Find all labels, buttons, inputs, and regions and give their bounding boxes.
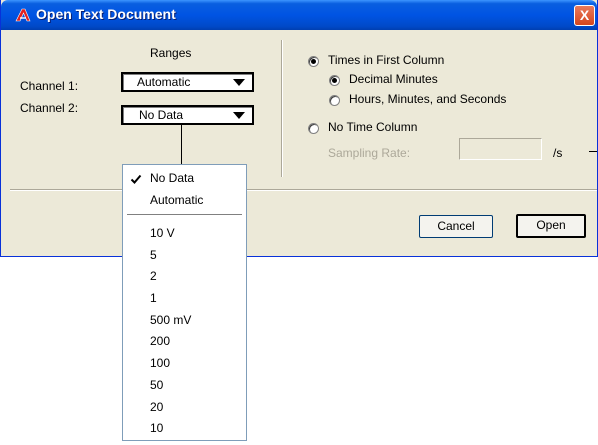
decimal-minutes-radio[interactable] (329, 75, 340, 86)
dropdown-item-range[interactable]: 10 (150, 421, 163, 435)
dropdown-item-range[interactable]: 500 mV (150, 313, 191, 327)
dropdown-item-range[interactable]: 50 (150, 378, 163, 392)
close-button[interactable]: X (574, 5, 595, 26)
sampling-rate-input[interactable] (459, 138, 542, 160)
truncated-control-edge (589, 151, 597, 152)
channel2-range-value: No Data (139, 108, 184, 122)
dialog-title: Open Text Document (36, 6, 176, 22)
app-logo-icon (15, 8, 31, 22)
chevron-down-icon (233, 112, 245, 119)
no-time-column-label[interactable]: No Time Column (328, 120, 417, 134)
dropdown-separator (127, 214, 242, 215)
dropdown-item-range[interactable]: 100 (150, 356, 170, 370)
dropdown-item-no-data[interactable]: No Data (150, 171, 194, 185)
close-icon: X (579, 7, 590, 23)
sampling-rate-label: Sampling Rate: (328, 146, 411, 160)
channel2-range-select[interactable]: No Data (121, 105, 254, 125)
open-text-document-dialog: Open Text Document X Ranges Channel 1: A… (0, 0, 598, 257)
dropdown-item-automatic[interactable]: Automatic (150, 193, 203, 207)
times-in-first-column-label[interactable]: Times in First Column (328, 53, 444, 67)
chevron-down-icon (233, 79, 245, 86)
dropdown-item-range[interactable]: 5 (150, 248, 157, 262)
dropdown-item-range[interactable]: 1 (150, 291, 157, 305)
hours-minutes-seconds-label[interactable]: Hours, Minutes, and Seconds (349, 92, 506, 106)
channel1-range-select[interactable]: Automatic (121, 72, 254, 92)
channel1-label: Channel 1: (20, 79, 79, 93)
no-time-column-radio[interactable] (308, 123, 319, 134)
dropdown-item-range[interactable]: 20 (150, 400, 163, 414)
channel2-range-dropdown: No Data Automatic 10 V 5 2 1 500 mV 200 … (122, 164, 247, 441)
dropdown-item-range[interactable]: 10 V (150, 226, 175, 240)
times-in-first-column-radio[interactable] (308, 56, 319, 67)
dropdown-connector-line (181, 125, 182, 164)
dropdown-item-range[interactable]: 2 (150, 269, 157, 283)
decimal-minutes-label[interactable]: Decimal Minutes (349, 72, 438, 86)
checkmark-icon (130, 174, 142, 184)
dropdown-item-range[interactable]: 200 (150, 334, 170, 348)
sampling-rate-unit: /s (553, 146, 563, 160)
title-bar[interactable]: Open Text Document X (1, 0, 597, 30)
buttons-separator (10, 189, 597, 191)
section-divider (281, 40, 283, 177)
hours-minutes-seconds-radio[interactable] (329, 95, 340, 106)
open-button[interactable]: Open (516, 214, 586, 238)
cancel-button[interactable]: Cancel (419, 215, 493, 238)
ranges-header: Ranges (150, 46, 192, 60)
channel1-range-value: Automatic (137, 75, 191, 89)
channel2-label: Channel 2: (20, 101, 79, 115)
